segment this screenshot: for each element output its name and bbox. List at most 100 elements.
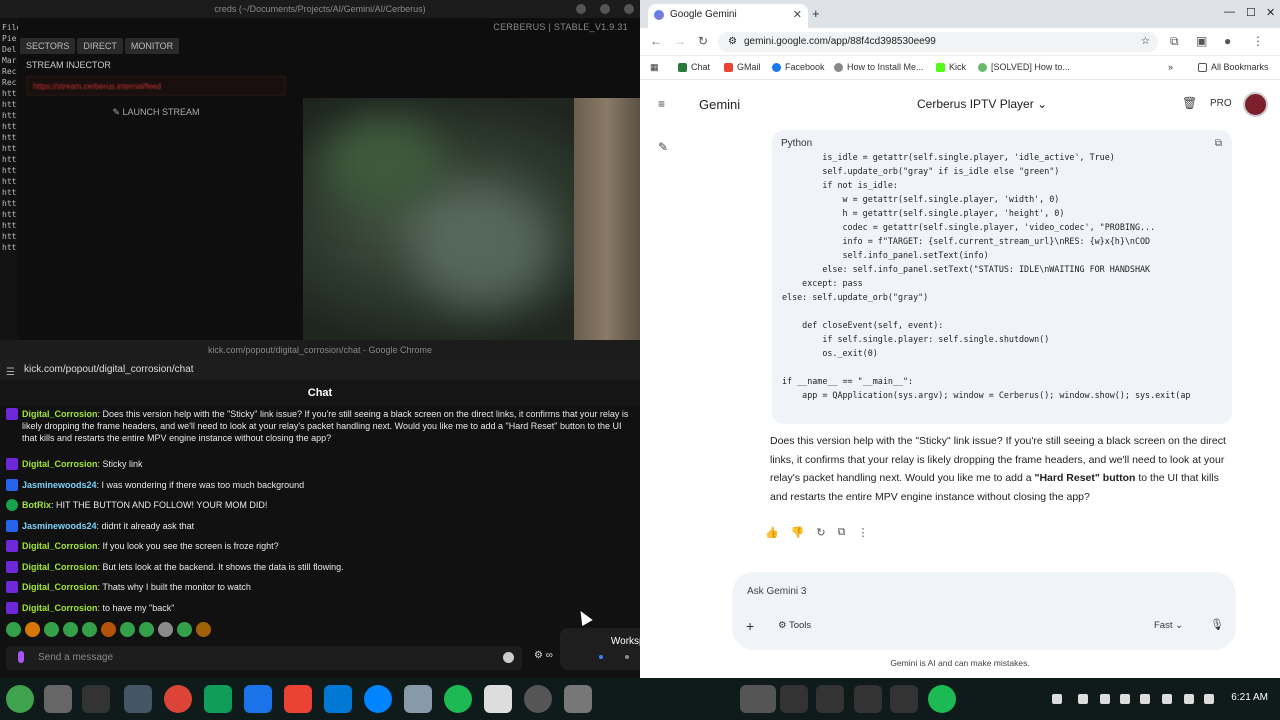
tray-icon[interactable] xyxy=(1078,694,1088,704)
spotify-icon[interactable] xyxy=(444,685,472,713)
new-tab-icon[interactable]: + xyxy=(812,6,820,21)
file-menu-strip[interactable]: File Pie Del Mar Rec Rec htt htt htt htt… xyxy=(0,18,18,358)
regenerate-icon[interactable]: ↻ xyxy=(816,526,825,539)
emote-icon[interactable] xyxy=(120,622,135,637)
settings-icon[interactable] xyxy=(564,685,592,713)
emote-icon[interactable] xyxy=(139,622,154,637)
battery-icon[interactable] xyxy=(1162,694,1172,704)
emote-icon[interactable] xyxy=(63,622,78,637)
workspace-dot[interactable] xyxy=(599,655,603,659)
copy-icon[interactable]: ⧉ xyxy=(838,526,846,539)
site-info-icon[interactable]: ⚙ xyxy=(728,32,737,52)
tab-gemini[interactable]: Google Gemini ✕ xyxy=(648,4,808,28)
bookmark-chat[interactable]: Chat xyxy=(678,62,710,72)
tray-icon[interactable] xyxy=(1100,694,1110,704)
bookmark-star-icon[interactable]: ☆ xyxy=(1141,32,1150,52)
send-message-input[interactable]: Send a message xyxy=(6,646,522,670)
all-bookmarks[interactable]: All Bookmarks xyxy=(1198,62,1269,72)
thumbs-up-icon[interactable]: 👍 xyxy=(765,526,779,539)
delete-icon[interactable]: 🗑 xyxy=(1182,96,1197,110)
add-icon[interactable]: + xyxy=(746,618,754,634)
back-icon[interactable]: ← xyxy=(650,34,662,48)
thumbs-down-icon[interactable]: 👎 xyxy=(791,526,805,539)
site-settings-icon[interactable]: ☰ xyxy=(6,363,15,383)
message-username[interactable]: Digital_Corrosion xyxy=(22,409,98,419)
cast-icon[interactable]: ▣ xyxy=(1196,34,1207,48)
conversation-title[interactable]: Cerberus IPTV Player ⌄ xyxy=(917,97,1047,111)
minimize-icon[interactable]: — xyxy=(1224,6,1235,18)
tray-icon[interactable] xyxy=(1052,694,1062,704)
chrome-icon[interactable] xyxy=(164,685,192,713)
emote-icon[interactable] xyxy=(158,622,173,637)
emote-icon[interactable] xyxy=(6,622,21,637)
chrome-menu-icon[interactable]: ⋮ xyxy=(1252,34,1264,48)
address-bar[interactable]: ⚙ gemini.google.com/app/88f4cd398530ee99… xyxy=(718,32,1158,52)
mic-icon[interactable] xyxy=(18,651,24,663)
message-username[interactable]: Digital_Corrosion xyxy=(22,582,98,592)
message-username[interactable]: Digital_Corrosion xyxy=(22,603,98,613)
reload-icon[interactable]: ↻ xyxy=(698,34,708,48)
window-thumbnail[interactable] xyxy=(740,685,776,713)
emote-icon[interactable] xyxy=(196,622,211,637)
emote-icon[interactable] xyxy=(44,622,59,637)
gemini-brand[interactable]: Gemini xyxy=(699,97,740,112)
terminal-icon[interactable] xyxy=(82,685,110,713)
files-icon[interactable] xyxy=(44,685,72,713)
obs-icon[interactable] xyxy=(524,685,552,713)
maximize-icon[interactable] xyxy=(600,4,610,14)
outlook-icon[interactable] xyxy=(324,685,352,713)
wifi-icon[interactable] xyxy=(1184,694,1194,704)
tray-icon[interactable] xyxy=(1140,694,1150,704)
spotify-icon[interactable] xyxy=(928,685,956,713)
message-username[interactable]: Jasminewoods24 xyxy=(22,521,97,531)
new-chat-icon[interactable]: ✎ xyxy=(658,140,668,154)
chat-url-bar[interactable]: ☰ kick.com/popout/digital_corrosion/chat xyxy=(0,360,640,380)
forward-icon[interactable]: → xyxy=(674,34,686,48)
tools-button[interactable]: ⚙ Tools xyxy=(778,620,811,631)
more-options-icon[interactable]: ⋮ xyxy=(857,526,868,539)
apps-icon[interactable]: ▦ xyxy=(650,62,659,73)
clock[interactable]: 6:21 AM xyxy=(1231,692,1268,703)
terminal-icon[interactable] xyxy=(890,685,918,713)
extensions-icon[interactable]: ⧉ xyxy=(1170,34,1179,49)
minimize-icon[interactable] xyxy=(576,4,586,14)
close-tab-icon[interactable]: ✕ xyxy=(793,4,802,26)
bookmark-solved[interactable]: [SOLVED] How to... xyxy=(978,62,1070,72)
app-icon[interactable] xyxy=(404,685,432,713)
close-icon[interactable] xyxy=(624,4,634,14)
bookmark-kick[interactable]: Kick xyxy=(936,62,966,72)
emote-icon[interactable] xyxy=(82,622,97,637)
tab-monitor[interactable]: MONITOR xyxy=(124,38,180,54)
chrome-icon[interactable] xyxy=(854,685,882,713)
chat-settings-icon[interactable]: ⚙ ∞ xyxy=(534,650,553,661)
profile-icon[interactable]: ● xyxy=(1224,34,1231,48)
bookmark-gmail[interactable]: GMail xyxy=(724,62,761,72)
meet-icon[interactable] xyxy=(244,685,272,713)
video-player[interactable] xyxy=(303,98,640,340)
close-icon[interactable]: ✕ xyxy=(1266,6,1275,19)
avatar[interactable] xyxy=(1243,92,1268,117)
workspace-dot[interactable] xyxy=(625,655,629,659)
chrome-icon[interactable] xyxy=(780,685,808,713)
tab-direct[interactable]: DIRECT xyxy=(77,38,123,54)
more-bookmarks-icon[interactable]: » xyxy=(1168,62,1173,72)
emoji-icon[interactable] xyxy=(503,652,514,663)
prompt-box[interactable]: Ask Gemini 3 + ⚙ Tools Fast ⌄ 🎙 xyxy=(732,572,1236,650)
message-username[interactable]: BotRix xyxy=(22,500,51,510)
tab-sectors[interactable]: SECTORS xyxy=(20,38,76,54)
message-username[interactable]: Digital_Corrosion xyxy=(22,459,98,469)
volume-icon[interactable] xyxy=(1204,694,1214,704)
emote-icon[interactable] xyxy=(177,622,192,637)
message-username[interactable]: Digital_Corrosion xyxy=(22,541,98,551)
maximize-icon[interactable]: ☐ xyxy=(1246,6,1256,19)
chat-app-icon[interactable] xyxy=(204,685,232,713)
emote-icon[interactable] xyxy=(101,622,116,637)
mic-icon[interactable]: 🎙 xyxy=(1210,618,1224,631)
monitor-app-icon[interactable] xyxy=(124,685,152,713)
terminal-icon[interactable] xyxy=(816,685,844,713)
bookmark-install[interactable]: How to Install Me... xyxy=(834,62,924,72)
tray-icon[interactable] xyxy=(1120,694,1130,704)
launcher-icon[interactable] xyxy=(6,685,34,713)
bookmark-facebook[interactable]: Facebook xyxy=(772,62,825,72)
emote-icon[interactable] xyxy=(25,622,40,637)
